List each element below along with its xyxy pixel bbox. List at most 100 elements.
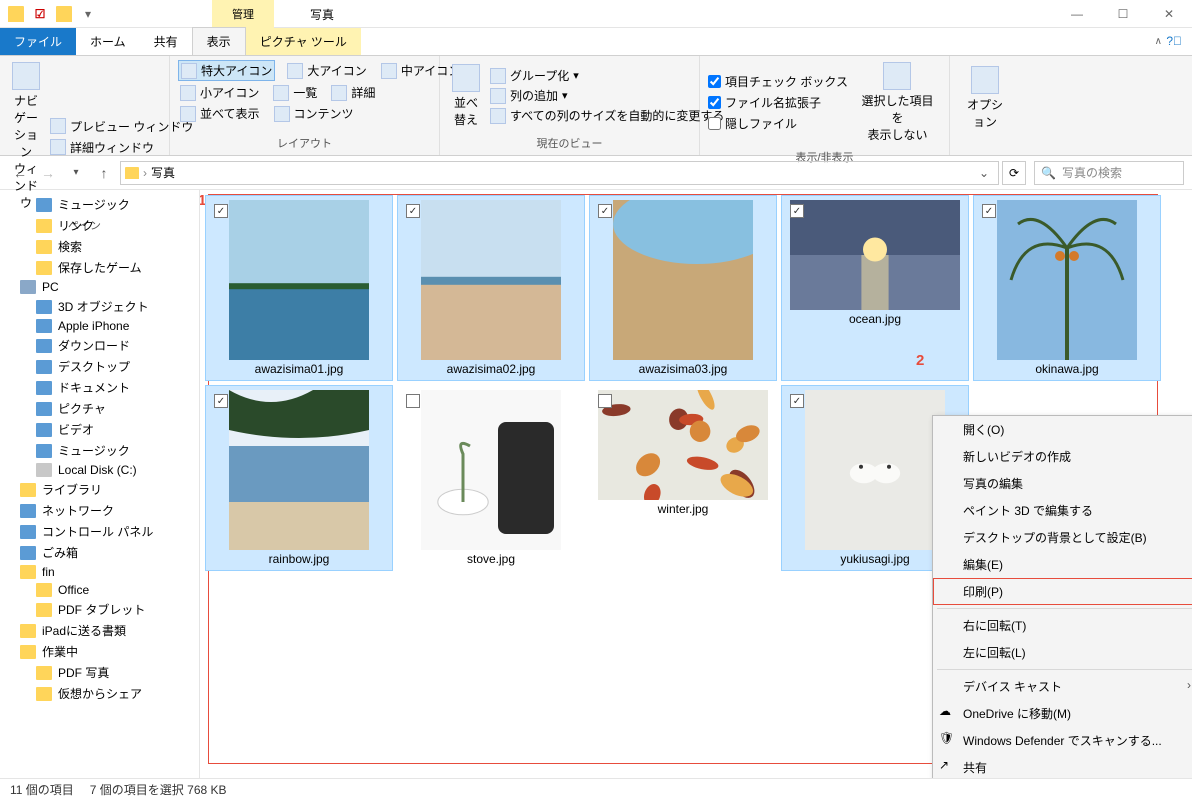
selection-checkbox[interactable] — [982, 204, 996, 218]
collapse-ribbon-icon[interactable]: ∧ — [1155, 36, 1162, 47]
breadcrumb-folder[interactable]: 写真 — [151, 164, 175, 181]
help-icon[interactable]: ?⃝ — [1166, 34, 1182, 48]
selection-checkbox[interactable] — [406, 394, 420, 408]
layout-list[interactable]: 一覧 — [271, 83, 319, 102]
context-menu-item[interactable]: ☁OneDrive に移動(M) — [933, 700, 1192, 727]
recent-locations[interactable]: ▾ — [64, 161, 88, 185]
qat-overflow[interactable]: ▾ — [80, 6, 96, 22]
group-by-button[interactable]: グループ化 ▾ — [490, 67, 724, 84]
search-input[interactable]: 🔍 写真の検索 — [1034, 161, 1184, 185]
file-thumbnail[interactable]: awazisima02.jpg — [398, 196, 584, 380]
context-menu-item[interactable]: 🛡Windows Defender でスキャンする... — [933, 727, 1192, 754]
selection-checkbox[interactable] — [598, 204, 612, 218]
file-thumbnail[interactable]: stove.jpg — [398, 386, 584, 570]
tree-item[interactable]: ネットワーク — [0, 500, 199, 521]
file-thumbnail[interactable]: awazisima03.jpg — [590, 196, 776, 380]
tree-item[interactable]: ライブラリ — [0, 479, 199, 500]
tree-item[interactable]: 3D オブジェクト — [0, 296, 199, 317]
context-menu-item[interactable]: 印刷(P) — [933, 578, 1192, 605]
tree-item[interactable]: Apple iPhone — [0, 317, 199, 335]
sort-button[interactable]: 並べ替え — [448, 60, 484, 131]
folder-icon — [36, 261, 52, 275]
context-menu-item[interactable]: ペイント 3D で編集する — [933, 497, 1192, 524]
close-button[interactable]: ✕ — [1146, 0, 1192, 28]
file-name: awazisima01.jpg — [255, 362, 344, 376]
selection-checkbox[interactable] — [214, 394, 228, 408]
file-name: awazisima03.jpg — [639, 362, 728, 376]
breadcrumb[interactable]: › 写真 ⌄ — [120, 161, 999, 185]
context-menu-item[interactable]: 右に回転(T) — [933, 612, 1192, 639]
tab-home[interactable]: ホーム — [76, 28, 140, 55]
selection-checkbox[interactable] — [406, 204, 420, 218]
tree-item-label: Apple iPhone — [58, 319, 129, 333]
tree-item[interactable]: iPadに送る書類 — [0, 620, 199, 641]
options-button[interactable]: オプション — [958, 60, 1012, 135]
file-thumbnail[interactable]: winter.jpg — [590, 386, 776, 570]
tree-item[interactable]: デスクトップ — [0, 356, 199, 377]
tree-item[interactable]: リンク — [0, 215, 199, 236]
layout-lg-icons[interactable]: 大アイコン — [285, 61, 368, 80]
forward-button[interactable]: → — [36, 161, 60, 185]
qat-check-icon[interactable]: ☑ — [32, 6, 48, 22]
maximize-button[interactable]: ☐ — [1100, 0, 1146, 28]
context-menu-item[interactable]: 写真の編集 — [933, 470, 1192, 497]
autosize-cols-button[interactable]: すべての列のサイズを自動的に変更する — [490, 107, 724, 124]
layout-content[interactable]: コンテンツ — [272, 104, 356, 123]
selection-checkbox[interactable] — [598, 394, 612, 408]
address-dropdown-icon[interactable]: ⌄ — [974, 166, 994, 180]
tree-item[interactable]: 検索 — [0, 236, 199, 257]
selection-checkbox[interactable] — [790, 394, 804, 408]
up-button[interactable]: ↑ — [92, 161, 116, 185]
tree-item[interactable]: 作業中 — [0, 641, 199, 662]
tab-picture-tools[interactable]: ピクチャ ツール — [246, 28, 361, 55]
checkbox-extensions[interactable]: ファイル名拡張子 — [708, 94, 848, 111]
tab-share[interactable]: 共有 — [140, 28, 192, 55]
layout-xl-icons[interactable]: 特大アイコン — [178, 60, 275, 81]
file-thumbnail[interactable]: ocean.jpg — [782, 196, 968, 380]
back-button[interactable]: ← — [8, 161, 32, 185]
tree-item[interactable]: ごみ箱 — [0, 542, 199, 563]
context-menu-item[interactable]: デスクトップの背景として設定(B) — [933, 524, 1192, 551]
tree-item[interactable]: PC — [0, 278, 199, 296]
tree-item[interactable]: Local Disk (C:) — [0, 461, 199, 479]
tree-item[interactable]: PDF 写真 — [0, 662, 199, 683]
layout-tiles[interactable]: 並べて表示 — [178, 104, 262, 123]
file-thumbnail[interactable]: okinawa.jpg — [974, 196, 1160, 380]
file-view[interactable]: 1 awazisima01.jpgawazisima02.jpgawazisim… — [200, 190, 1192, 778]
qat-folder-icon[interactable] — [56, 6, 72, 22]
context-menu-item[interactable]: 開く(O) — [933, 416, 1192, 443]
selection-checkbox[interactable] — [790, 204, 804, 218]
tab-file[interactable]: ファイル — [0, 28, 76, 55]
tree-item[interactable]: ピクチャ — [0, 398, 199, 419]
tab-view[interactable]: 表示 — [192, 27, 246, 55]
file-thumbnail[interactable]: awazisima01.jpg — [206, 196, 392, 380]
checkbox-item-checkboxes[interactable]: 項目チェック ボックス — [708, 73, 848, 90]
tree-item[interactable]: PDF タブレット — [0, 599, 199, 620]
tree-item[interactable]: コントロール パネル — [0, 521, 199, 542]
hide-selected-button[interactable]: 選択した項目を 表示しない — [854, 60, 941, 145]
tree-item-label: デスクトップ — [58, 358, 130, 375]
tree-item[interactable]: Office — [0, 581, 199, 599]
tree-item[interactable]: ミュージック — [0, 194, 199, 215]
context-menu-item[interactable]: 新しいビデオの作成 — [933, 443, 1192, 470]
nav-tree[interactable]: ミュージックリンク検索保存したゲームPC3D オブジェクト Apple iPhon… — [0, 190, 200, 778]
tree-item[interactable]: ドキュメント — [0, 377, 199, 398]
selection-checkbox[interactable] — [214, 204, 228, 218]
context-menu-item[interactable]: 編集(E) — [933, 551, 1192, 578]
tree-item[interactable]: ミュージック — [0, 440, 199, 461]
context-menu-item[interactable]: 左に回転(L) — [933, 639, 1192, 666]
tree-item[interactable]: 仮想からシェア — [0, 683, 199, 704]
minimize-button[interactable]: — — [1054, 0, 1100, 28]
add-column-button[interactable]: 列の追加 ▾ — [490, 87, 724, 104]
layout-detail[interactable]: 詳細 — [329, 83, 377, 102]
checkbox-hidden-files[interactable]: 隠しファイル — [708, 115, 848, 132]
context-menu-item[interactable]: ↗共有 — [933, 754, 1192, 778]
tree-item[interactable]: ビデオ — [0, 419, 199, 440]
tree-item[interactable]: fin — [0, 563, 199, 581]
tree-item[interactable]: ダウンロード — [0, 335, 199, 356]
layout-sm-icons[interactable]: 小アイコン — [178, 83, 261, 102]
tree-item[interactable]: 保存したゲーム — [0, 257, 199, 278]
context-menu-item[interactable]: デバイス キャスト — [933, 673, 1192, 700]
refresh-button[interactable]: ⟳ — [1002, 161, 1026, 185]
file-thumbnail[interactable]: rainbow.jpg — [206, 386, 392, 570]
